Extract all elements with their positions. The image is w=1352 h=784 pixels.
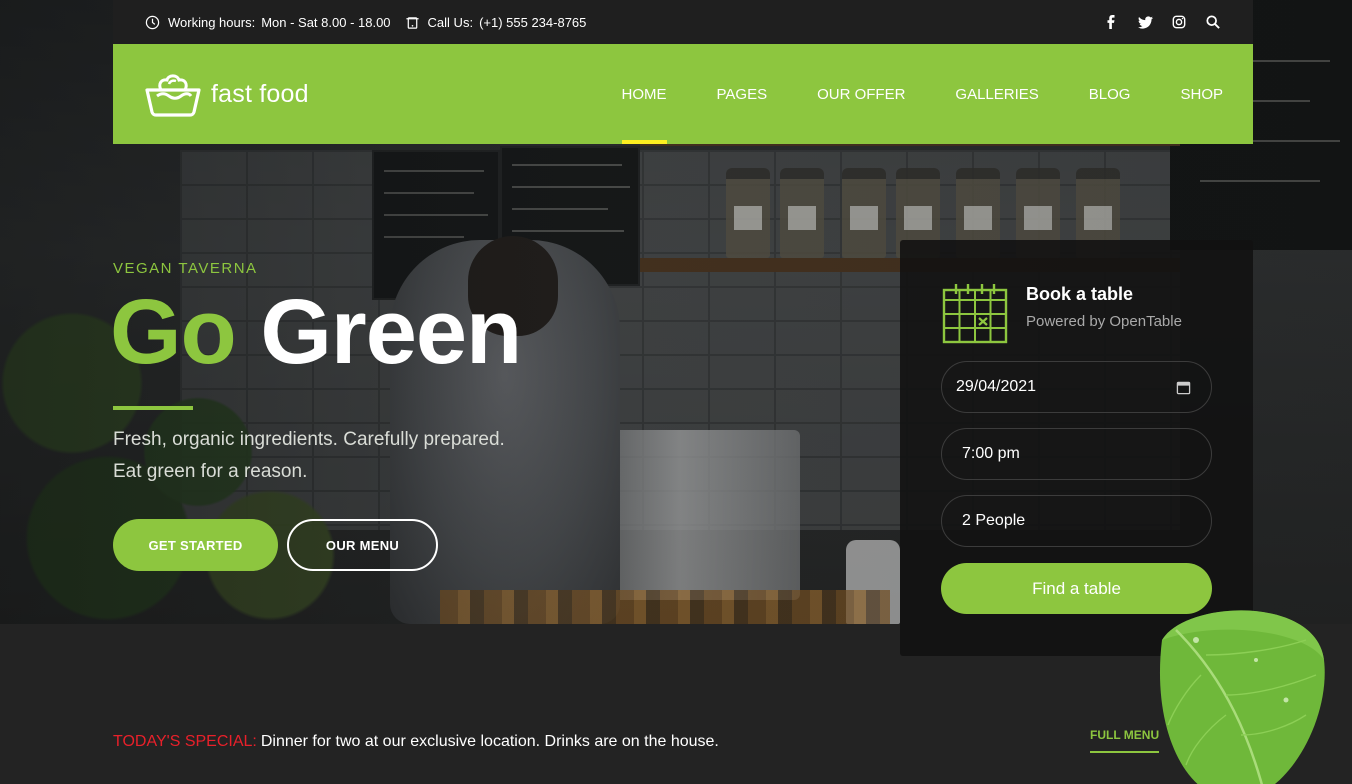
nav-item-pages[interactable]: PAGES [717, 44, 768, 144]
party-size-value: 2 People [962, 512, 1026, 529]
nav-item-our-offer[interactable]: OUR OFFER [817, 44, 905, 144]
facebook-icon[interactable] [1103, 14, 1119, 30]
twitter-icon[interactable] [1137, 14, 1153, 30]
booking-panel: Book a table Powered by OpenTable 29/04/… [900, 240, 1253, 656]
top-bar: Working hours: Mon - Sat 8.00 - 18.00 Ca… [113, 0, 1253, 44]
site-logo[interactable]: fast food [143, 70, 309, 118]
full-menu-link[interactable]: FULL MENU [1090, 728, 1160, 753]
salad-bowl-icon [145, 74, 201, 117]
booking-title: Book a table [1026, 284, 1134, 304]
call-us: Call Us: (+1) 555 234-8765 [405, 14, 586, 30]
logo-text: fast food [211, 79, 309, 108]
hero-headline: Go Green [110, 286, 522, 378]
date-value: 29/04/2021 [956, 378, 1037, 395]
hero-subtitle-line-1: Fresh, organic ingredients. Carefully pr… [113, 429, 505, 450]
working-hours-value: Mon - Sat 8.00 - 18.00 [261, 14, 391, 30]
get-started-button[interactable]: GET STARTED [113, 519, 278, 571]
nav-item-shop[interactable]: SHOP [1180, 44, 1223, 144]
working-hours-label: Working hours: [168, 14, 256, 30]
time-select[interactable]: 7:00 pm [941, 428, 1212, 480]
instagram-icon[interactable] [1171, 14, 1187, 30]
nav-item-home[interactable]: HOME [621, 44, 667, 144]
calendar-icon [942, 284, 1008, 344]
special-text: Dinner for two at our exclusive location… [260, 733, 719, 750]
main-menu: HOME PAGES OUR OFFER GALLERIES BLOG SHOP [572, 44, 1223, 144]
phone-icon [405, 16, 419, 29]
booking-powered-by: Powered by OpenTable [1026, 313, 1182, 330]
nav-item-blog[interactable]: BLOG [1089, 44, 1131, 144]
todays-special: TODAY'S SPECIAL: Dinner for two at our ex… [113, 733, 719, 751]
phone-number[interactable]: (+1) 555 234-8765 [479, 15, 586, 30]
hero-subtitle-line-2: Eat green for a reason. [113, 461, 308, 482]
nav-item-galleries[interactable]: GALLERIES [955, 44, 1038, 144]
search-icon[interactable] [1205, 14, 1221, 30]
call-us-label: Call Us: [427, 14, 474, 30]
hero-eyebrow: VEGAN TAVERNA [113, 260, 258, 277]
party-size-select[interactable]: 2 People [941, 495, 1212, 547]
headline-white-word: Green [260, 281, 522, 383]
clock-icon [145, 15, 160, 29]
leaf-decoration [1159, 610, 1325, 784]
social-links [1103, 14, 1221, 30]
calendar-picker-icon[interactable] [1176, 380, 1191, 395]
booking-header: Book a table Powered by OpenTable [942, 282, 1182, 344]
date-field[interactable]: 29/04/2021 [941, 361, 1212, 413]
our-menu-button[interactable]: OUR MENU [287, 519, 438, 571]
main-navbar: fast food HOME PAGES OUR OFFER GALLERIES… [113, 44, 1253, 144]
time-value: 7:00 pm [962, 445, 1020, 462]
headline-green-word: Go [110, 281, 237, 383]
working-hours: Working hours: Mon - Sat 8.00 - 18.00 [145, 15, 391, 30]
hero-subtitle: Fresh, organic ingredients. Carefully pr… [113, 424, 505, 488]
special-tag: TODAY'S SPECIAL: [113, 733, 257, 750]
headline-divider [113, 406, 193, 410]
